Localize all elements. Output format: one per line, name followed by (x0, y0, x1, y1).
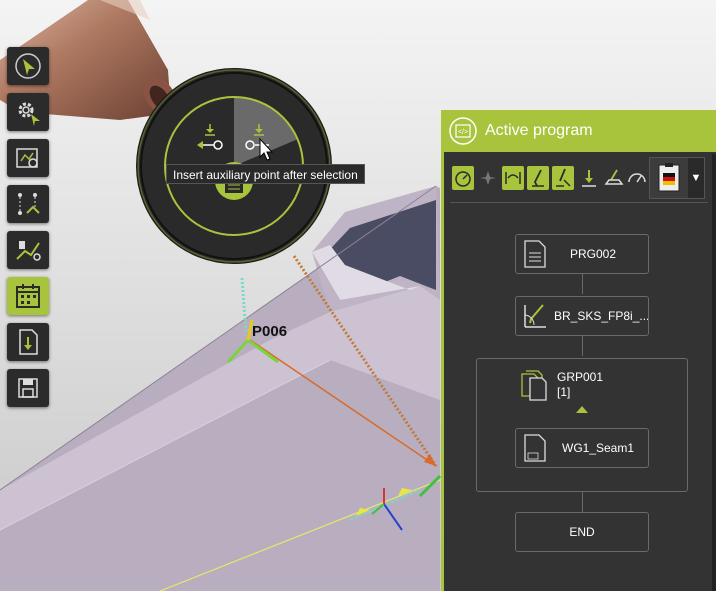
gauge-command-button[interactable] (626, 166, 648, 190)
group-node-label[interactable]: GRP001 (557, 370, 603, 384)
chevron-down-icon: ▼ (690, 172, 702, 184)
tree-connector (582, 274, 583, 294)
download-point-icon (582, 170, 596, 187)
seam-file-icon (524, 434, 546, 462)
tool-node[interactable]: BR_SKS_FP8i_... (515, 296, 649, 336)
tooltip: Insert auxiliary point after selection (166, 164, 365, 184)
collapse-caret-icon[interactable] (576, 406, 588, 413)
end-node-label: END (569, 525, 595, 539)
clipboard-flag-icon (658, 163, 680, 192)
robot-select-dropdown[interactable]: ▼ (649, 157, 705, 199)
tree-connector (582, 491, 583, 512)
group-files-icon (521, 370, 547, 401)
path-tool-button[interactable] (7, 185, 49, 223)
panel-header: </> Active program (444, 110, 716, 152)
positioner-command-button[interactable] (603, 166, 625, 190)
torch-move-icon (556, 168, 571, 187)
speedometer-icon (455, 171, 471, 187)
calendar-icon (16, 284, 40, 308)
program-tool-button[interactable] (7, 139, 49, 177)
tool-node-label: BR_SKS_FP8i_... (554, 309, 648, 323)
panel-title: Active program (485, 122, 593, 139)
end-node[interactable]: END (515, 512, 649, 552)
speed-command-button[interactable] (452, 166, 474, 190)
path-points-icon (18, 193, 40, 215)
points-tool-button[interactable] (7, 231, 49, 269)
program-node[interactable]: PRG002 (515, 234, 649, 274)
torch-path-icon (16, 241, 41, 261)
program-node-label: PRG002 (570, 247, 617, 261)
seam-node[interactable]: WG1_Seam1 (515, 428, 649, 468)
torch-icon (532, 169, 544, 187)
download-point-command-button[interactable] (578, 166, 600, 190)
point-label: P006 (252, 323, 288, 340)
save-tool-button[interactable] (7, 369, 49, 407)
schedule-tool-button[interactable] (7, 277, 49, 315)
panel-scrollbar[interactable] (712, 154, 716, 591)
torch-angle-icon (524, 304, 546, 328)
group-count: [1] (557, 385, 571, 399)
settings-tool-button[interactable] (7, 93, 49, 131)
weld-seam-icon (505, 172, 521, 184)
map-program-icon (16, 148, 38, 168)
torch-move-command-button[interactable] (552, 166, 574, 190)
panel-divider (450, 202, 708, 203)
tree-connector (582, 336, 583, 356)
sparkle-command-button[interactable] (477, 166, 499, 190)
select-cursor-icon (15, 53, 41, 79)
gauge-icon (628, 173, 646, 183)
torch-command-button[interactable] (527, 166, 549, 190)
select-tool-button[interactable] (7, 47, 49, 85)
document-tool-button[interactable] (7, 323, 49, 361)
sparkle-icon (480, 171, 496, 185)
svg-text:</>: </> (458, 129, 468, 136)
positioner-icon (604, 169, 624, 185)
program-code-icon: </> (449, 117, 477, 145)
weld-command-button[interactable] (502, 166, 524, 190)
seam-node-label: WG1_Seam1 (562, 441, 635, 455)
program-file-icon (524, 240, 546, 268)
save-disk-icon (18, 378, 38, 398)
document-download-icon (19, 329, 38, 355)
active-program-panel: </> Active program ▼ PRG002 BR_SKS_FP8i_… (441, 110, 716, 591)
gear-cursor-icon (18, 102, 40, 126)
